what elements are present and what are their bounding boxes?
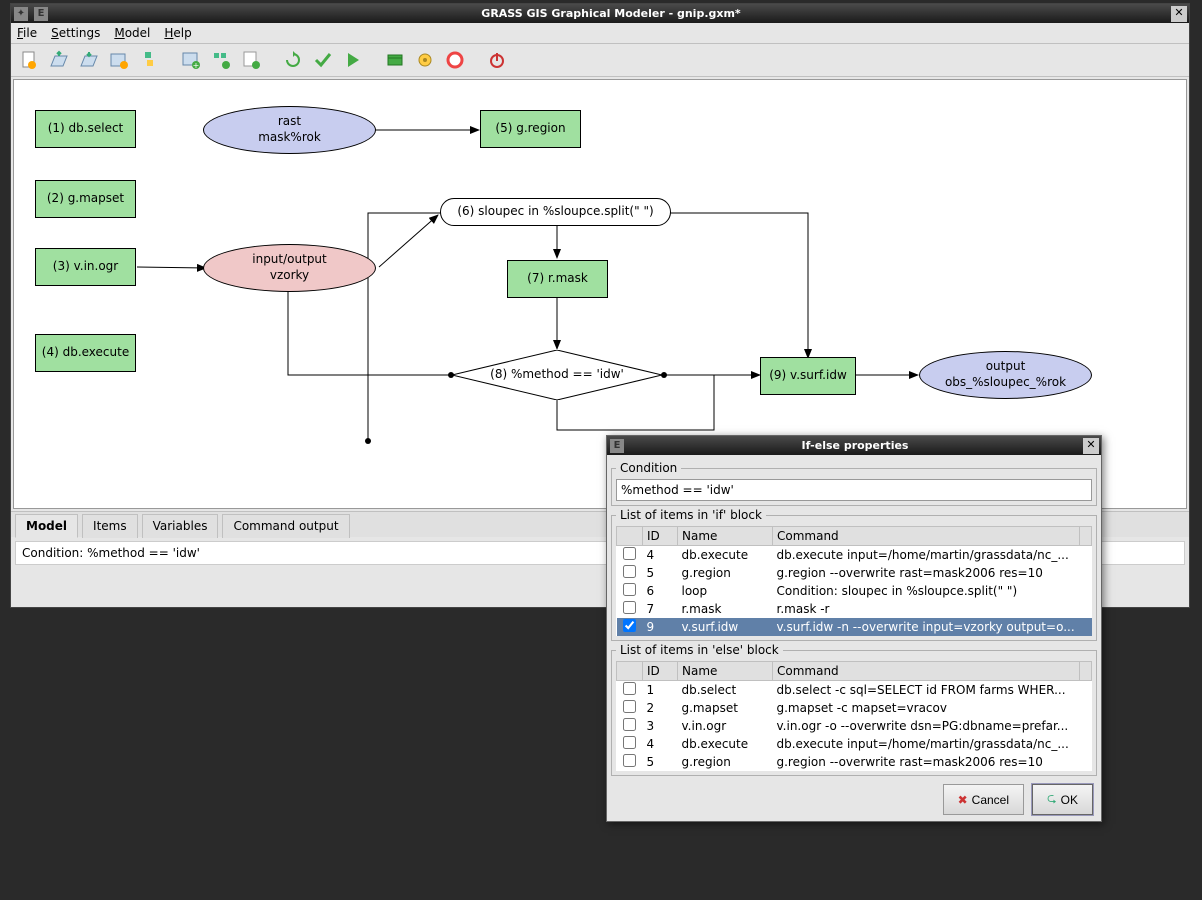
col-name[interactable]: Name xyxy=(678,527,773,546)
dialog-title: If-else properties xyxy=(627,439,1083,452)
cancel-button[interactable]: ✖Cancel xyxy=(943,784,1024,815)
row-checkbox[interactable] xyxy=(623,565,636,578)
else-block-label: List of items in 'else' block xyxy=(616,643,783,657)
table-row[interactable]: 4db.executedb.execute input=/home/martin… xyxy=(617,546,1092,565)
row-checkbox[interactable] xyxy=(623,736,636,749)
node-g-region[interactable]: (5) g.region xyxy=(480,110,581,148)
settings-icon[interactable] xyxy=(413,48,437,72)
node-vzorky-data[interactable]: input/outputvzorky xyxy=(203,244,376,292)
row-checkbox[interactable] xyxy=(623,547,636,560)
add-data-icon[interactable] xyxy=(209,48,233,72)
new-icon[interactable] xyxy=(17,48,41,72)
col-id[interactable]: ID xyxy=(643,527,678,546)
condition-fieldset: Condition xyxy=(611,461,1097,506)
menu-file[interactable]: File xyxy=(17,26,37,40)
tab-command-output[interactable]: Command output xyxy=(222,514,349,538)
else-table[interactable]: ID Name Command 1db.selectdb.select -c s… xyxy=(616,661,1092,771)
row-checkbox[interactable] xyxy=(623,601,636,614)
save-icon[interactable] xyxy=(77,48,101,72)
menu-model[interactable]: Model xyxy=(114,26,150,40)
export-python-icon[interactable] xyxy=(137,48,161,72)
open-icon[interactable] xyxy=(47,48,71,72)
table-row[interactable]: 7r.maskr.mask -r xyxy=(617,600,1092,618)
node-db-execute[interactable]: (4) db.execute xyxy=(35,334,136,372)
dialog-buttons: ✖Cancel ⮎OK xyxy=(611,778,1097,817)
row-checkbox[interactable] xyxy=(623,718,636,731)
table-row[interactable]: 6loopCondition: sloupec in %sloupce.spli… xyxy=(617,582,1092,600)
row-checkbox[interactable] xyxy=(623,583,636,596)
dialog-close-icon[interactable]: ✕ xyxy=(1083,438,1099,454)
node-output-data[interactable]: outputobs_%sloupec_%rok xyxy=(919,351,1092,399)
add-relation-icon[interactable] xyxy=(239,48,263,72)
menu-settings[interactable]: Settings xyxy=(51,26,100,40)
row-checkbox[interactable] xyxy=(623,682,636,695)
if-block-label: List of items in 'if' block xyxy=(616,508,766,522)
col-command[interactable]: Command xyxy=(773,527,1080,546)
validate-icon[interactable] xyxy=(311,48,335,72)
row-checkbox[interactable] xyxy=(623,754,636,767)
menubar: File Settings Model Help xyxy=(11,23,1189,44)
if-else-dialog: E If-else properties ✕ Condition List of… xyxy=(606,435,1102,822)
table-row[interactable]: 1db.selectdb.select -c sql=SELECT id FRO… xyxy=(617,681,1092,700)
col-name-else[interactable]: Name xyxy=(678,662,773,681)
if-block-fieldset: List of items in 'if' block ID Name Comm… xyxy=(611,508,1097,641)
app-menu-icon: E xyxy=(34,7,48,21)
node-g-mapset[interactable]: (2) g.mapset xyxy=(35,180,136,218)
svg-text:+: + xyxy=(193,61,200,70)
redraw-icon[interactable] xyxy=(281,48,305,72)
table-row[interactable]: 3v.in.ogrv.in.ogr -o --overwrite dsn=PG:… xyxy=(617,717,1092,735)
quit-icon[interactable] xyxy=(485,48,509,72)
table-row[interactable]: 5g.regiong.region --overwrite rast=mask2… xyxy=(617,753,1092,771)
condition-input[interactable] xyxy=(616,479,1092,501)
condition-label: Condition xyxy=(616,461,681,475)
help-icon[interactable] xyxy=(443,48,467,72)
variables-icon[interactable] xyxy=(383,48,407,72)
export-image-icon[interactable] xyxy=(107,48,131,72)
close-icon[interactable]: ✕ xyxy=(1171,6,1187,22)
tab-items[interactable]: Items xyxy=(82,514,138,538)
col-command-else[interactable]: Command xyxy=(773,662,1080,681)
dialog-titlebar[interactable]: E If-else properties ✕ xyxy=(607,436,1101,455)
node-v-surf-idw[interactable]: (9) v.surf.idw xyxy=(760,357,856,395)
tab-variables[interactable]: Variables xyxy=(142,514,219,538)
window-title: GRASS GIS Graphical Modeler - gnip.gxm* xyxy=(51,7,1171,20)
node-v-in-ogr[interactable]: (3) v.in.ogr xyxy=(35,248,136,286)
run-icon[interactable] xyxy=(341,48,365,72)
table-row[interactable]: 5g.regiong.region --overwrite rast=mask2… xyxy=(617,564,1092,582)
dialog-icon: E xyxy=(610,439,624,453)
menu-help[interactable]: Help xyxy=(164,26,191,40)
table-row[interactable]: 9v.surf.idwv.surf.idw -n --overwrite inp… xyxy=(617,618,1092,636)
ok-button[interactable]: ⮎OK xyxy=(1032,784,1093,815)
toolbar: + xyxy=(11,44,1189,77)
add-action-icon[interactable]: + xyxy=(179,48,203,72)
node-condition[interactable]: (8) %method == 'idw' xyxy=(452,350,662,400)
table-row[interactable]: 4db.executedb.execute input=/home/martin… xyxy=(617,735,1092,753)
col-id-else[interactable]: ID xyxy=(643,662,678,681)
node-r-mask[interactable]: (7) r.mask xyxy=(507,260,608,298)
app-icon: ✦ xyxy=(14,7,28,21)
node-loop[interactable]: (6) sloupec in %sloupce.split(" ") xyxy=(440,198,671,226)
node-db-select[interactable]: (1) db.select xyxy=(35,110,136,148)
node-rast-data[interactable]: rastmask%rok xyxy=(203,106,376,154)
tab-model[interactable]: Model xyxy=(15,514,78,538)
else-block-fieldset: List of items in 'else' block ID Name Co… xyxy=(611,643,1097,776)
table-row[interactable]: 2g.mapsetg.mapset -c mapset=vracov xyxy=(617,699,1092,717)
if-table[interactable]: ID Name Command 4db.executedb.execute in… xyxy=(616,526,1092,636)
row-checkbox[interactable] xyxy=(623,619,636,632)
row-checkbox[interactable] xyxy=(623,700,636,713)
main-titlebar[interactable]: ✦ E GRASS GIS Graphical Modeler - gnip.g… xyxy=(11,4,1189,23)
